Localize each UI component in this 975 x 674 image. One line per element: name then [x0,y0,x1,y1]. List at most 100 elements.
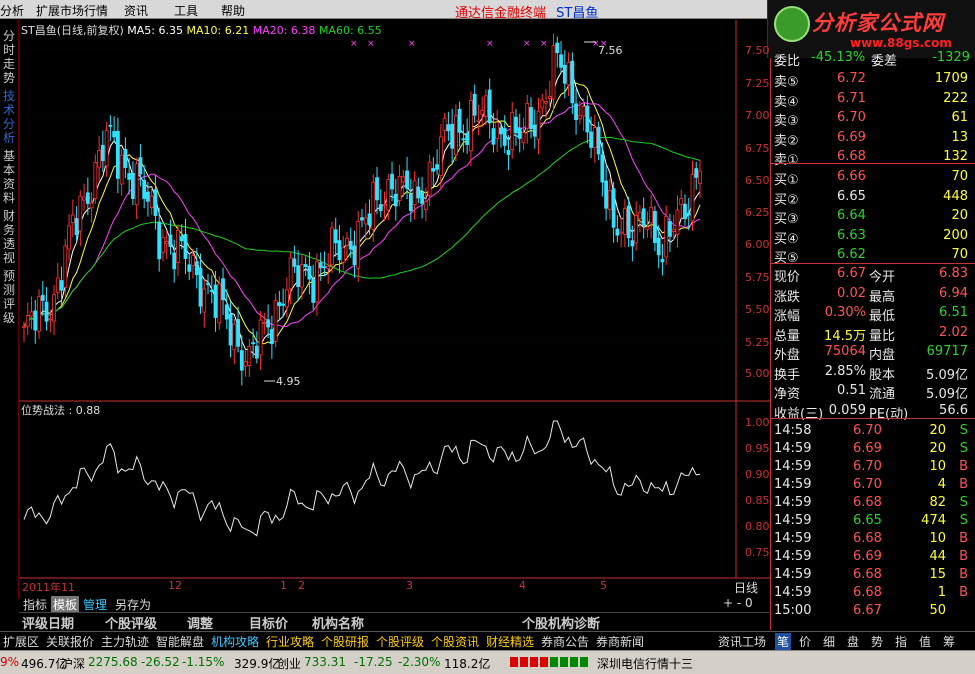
panel-tab[interactable]: 指 [895,633,907,650]
bid-price: 6.64 [837,208,866,223]
candle-body [179,236,184,242]
bottom-tabs: 扩展区 关联报价 主力轨迹 智能解盘 机构攻略 行业攻略 个股研报 个股评级 个股资讯 财经精选券… [0,631,975,650]
candle-body [307,266,312,280]
candle-body [397,175,402,201]
ma60-label: MA60: 6.55 [318,24,382,37]
stat-value: 0.51 [837,383,866,398]
candle-body [371,181,376,230]
bottom-tab[interactable]: 机构攻略 [211,633,259,650]
tick-volume: 474 [921,513,946,528]
indicator-tabs: 指标 模板 管理 另存为 [21,596,770,613]
col-institution[interactable]: 机构名称 [312,613,364,632]
candle-body [131,172,135,199]
news-workshop-tab[interactable]: 资讯工场 [718,633,766,650]
col-stock-rating[interactable]: 个股评级 [105,613,157,632]
col-diagnosis[interactable]: 个股机构诊断 [522,613,600,632]
candle-body [341,247,346,263]
candle-body [198,268,203,307]
ma20-label: MA20: 6.38 [252,24,316,37]
status-item: 2275.68 [88,655,138,669]
candlesticks [22,33,702,386]
tab-indicator[interactable]: 指标 [23,596,47,613]
bottom-tab[interactable]: 个股资讯 [431,633,479,650]
candle-body [532,124,537,137]
tick-side: S [959,495,968,510]
bottom-tab[interactable]: 个股评级 [376,633,424,650]
candle-body [239,350,244,371]
low-price-label: 4.95 [276,375,301,388]
candle-body [206,282,210,286]
status-item: -26.52 [141,655,180,669]
bottom-tab[interactable]: 券商新闻 [596,633,644,650]
candle-body [472,93,477,116]
panel-tab[interactable]: 盘 [847,633,859,650]
bottom-tab[interactable]: 主力轨迹 [101,633,149,650]
candle-body [161,236,165,253]
high-price-label: 7.56 [598,44,623,57]
bottom-tab[interactable]: 智能解盘 [156,633,204,650]
signal-mark: × [408,39,416,49]
candle-body [686,212,691,216]
panel-tab[interactable]: 细 [823,633,835,650]
tick-volume: 10 [929,531,946,546]
y-tick: 7.25 [745,77,770,90]
bottom-tab[interactable]: 财经精选 [486,633,534,650]
panel-tab[interactable]: 筹 [943,633,955,650]
candle-body [420,191,424,204]
status-item: 沪深 [61,657,86,671]
candle-body [487,89,492,124]
tab-template[interactable]: 模板 [51,596,80,613]
tick-side: B [959,585,968,600]
tick-volume: 44 [929,549,946,564]
panel-tab[interactable]: 值 [919,633,931,650]
bottom-tab[interactable]: 行业攻略 [266,633,314,650]
candle-body [600,154,605,183]
stat-value: 2.85% [824,363,866,379]
candle-body [604,180,609,209]
kline-chart[interactable]: × × × × × × × × 7.56 4.95 [0,0,770,596]
candle-body [176,229,180,263]
tick-volume: 4 [937,477,946,492]
candle-body [499,127,503,135]
tick-time: 14:58 [774,423,812,438]
stat-label: 流通 [869,387,896,402]
stat-value: 6.67 [837,266,866,281]
candle-body [191,255,195,266]
tick-side: B [959,567,968,582]
candle-body [247,345,252,366]
col-rating-date[interactable]: 评级日期 [22,613,74,632]
candle-body [315,261,319,303]
candle-body [85,192,90,204]
market-breadth-icon [560,657,568,667]
panel-tab[interactable]: 价 [799,633,811,650]
candle-body [630,240,635,247]
quote-row: 买④ 6.63 200 [771,227,975,247]
candle-body [653,211,657,243]
panel-tab[interactable]: 笔 [775,633,792,650]
period-label[interactable]: 日线 [734,579,758,596]
stat-label: 量比 [869,328,896,344]
candle-body [292,258,297,267]
bottom-tab[interactable]: 券商公告 [541,633,589,650]
candle-body [33,310,38,331]
signal-mark: × [523,39,531,49]
zoom-controls[interactable]: + - 0 [723,596,753,610]
bottom-tab[interactable]: 个股研报 [321,633,369,650]
bottom-tab[interactable]: 扩展区 [3,633,39,650]
col-target-price[interactable]: 目标价 [249,613,288,632]
candle-body [412,180,417,205]
col-adjust[interactable]: 调整 [187,613,213,632]
candle-body [438,136,443,176]
panel-tab[interactable]: 势 [871,633,883,650]
bottom-tab[interactable]: 关联报价 [46,633,94,650]
ma10-label: MA10: 6.21 [186,24,250,37]
quote-row: 现价 6.67 今开 6.83 [771,265,975,285]
y-tick: 7.00 [745,109,770,122]
tab-save-as[interactable]: 另存为 [115,596,151,613]
tick-price: 6.65 [853,513,882,528]
candle-body [123,148,128,168]
chart-stock-name: ST昌鱼(日线,前复权) [21,24,124,37]
tab-manage[interactable]: 管理 [83,596,107,613]
stat-value: 0.30% [824,305,866,320]
tick-side: S [959,441,968,456]
